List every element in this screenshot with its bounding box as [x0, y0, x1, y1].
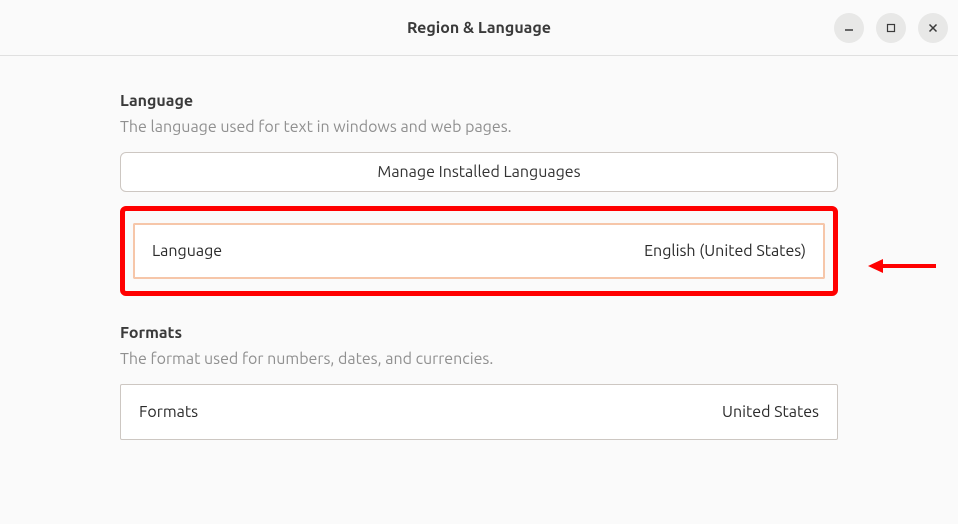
maximize-icon — [885, 22, 897, 34]
language-section: Language The language used for text in w… — [120, 92, 838, 296]
window-controls — [834, 13, 948, 43]
language-section-title: Language — [120, 92, 838, 110]
manage-installed-languages-label: Manage Installed Languages — [377, 163, 580, 181]
language-row-value: English (United States) — [644, 242, 806, 260]
page-title: Region & Language — [407, 19, 551, 37]
formats-section-title: Formats — [120, 324, 838, 342]
formats-section: Formats The format used for numbers, dat… — [120, 324, 838, 440]
manage-installed-languages-button[interactable]: Manage Installed Languages — [120, 152, 838, 192]
formats-row-value: United States — [722, 403, 819, 421]
maximize-button[interactable] — [876, 13, 906, 43]
titlebar: Region & Language — [0, 0, 958, 56]
minimize-button[interactable] — [834, 13, 864, 43]
close-icon — [927, 22, 939, 34]
arrow-annotation-icon — [868, 256, 938, 276]
formats-row-label: Formats — [139, 403, 198, 421]
close-button[interactable] — [918, 13, 948, 43]
formats-section-description: The format used for numbers, dates, and … — [120, 350, 838, 368]
formats-row-button[interactable]: Formats United States — [120, 384, 838, 440]
minimize-icon — [843, 22, 855, 34]
language-section-description: The language used for text in windows an… — [120, 118, 838, 136]
language-row-button[interactable]: Language English (United States) — [133, 223, 825, 279]
content-area: Language The language used for text in w… — [0, 56, 958, 440]
language-row-label: Language — [152, 242, 222, 260]
highlight-annotation: Language English (United States) — [120, 206, 838, 296]
